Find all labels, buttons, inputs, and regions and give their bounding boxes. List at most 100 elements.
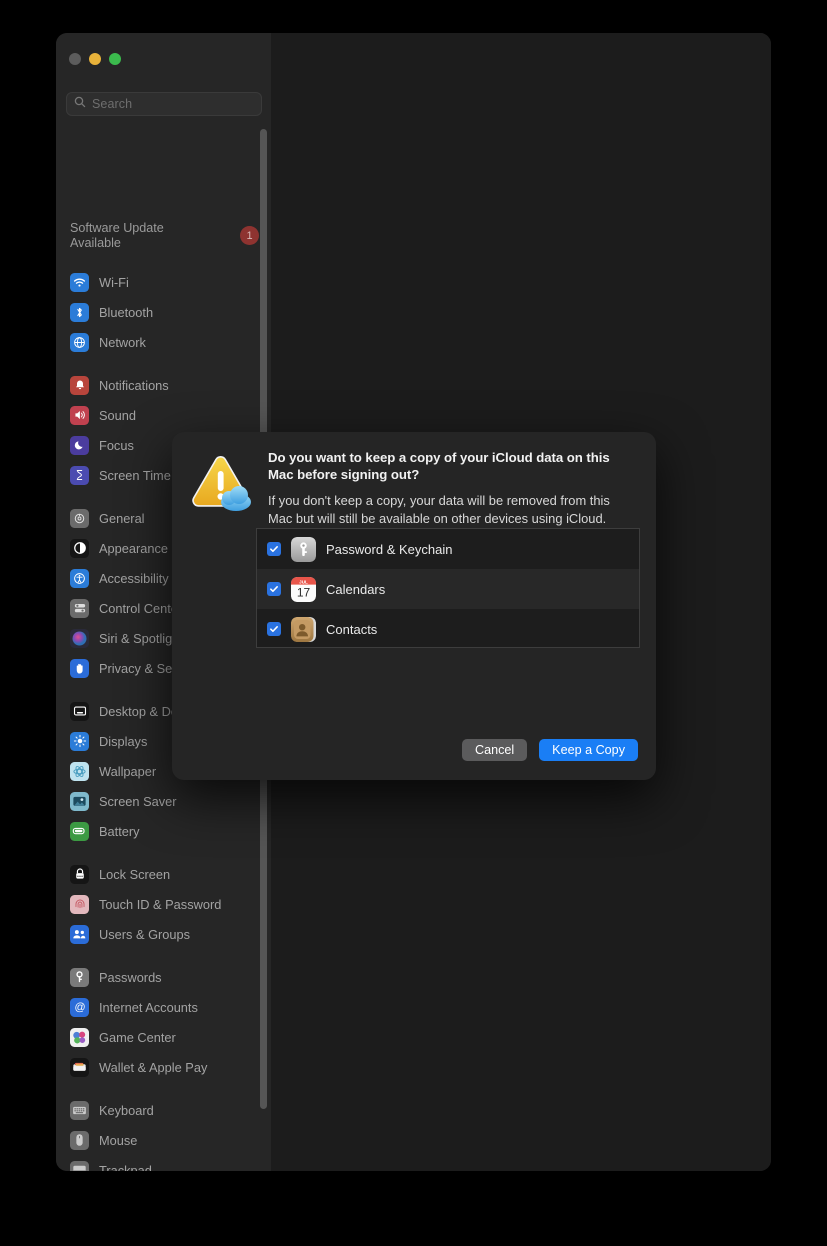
speaker-icon [70,405,89,425]
wallpaper-icon [70,761,89,781]
fingerprint-icon [70,894,89,914]
search-input[interactable]: Search [66,92,262,116]
sidebar-item-label: Network [99,334,146,350]
sidebar-group: Wi-Fi Bluetooth Network [56,267,271,357]
battery-icon [70,821,89,841]
sidebar-item-label: Screen Saver [99,793,177,809]
contacts-icon [291,616,316,642]
bluetooth-icon [70,302,89,322]
moon-icon [70,435,89,455]
sidebar-group: Keyboard Mouse Trackpad [56,1095,271,1171]
sidebar-item-label: Battery [99,823,140,839]
sidebar-item-sound[interactable]: Sound [56,400,271,430]
list-item[interactable]: Password & Keychain [257,529,639,569]
accessibility-icon [70,568,89,588]
list-item[interactable]: Contacts [257,609,639,647]
sidebar-item-trackpad[interactable]: Trackpad [56,1155,271,1171]
sidebar-item-keyboard[interactable]: Keyboard [56,1095,271,1125]
sidebar-item-label: Wallet & Apple Pay [99,1059,208,1075]
sidebar-item-notifications[interactable]: Notifications [56,370,271,400]
gear-icon [70,508,89,528]
sidebar-item-label: Sound [99,407,137,423]
list-item-label: Password & Keychain [326,541,453,557]
list-item-label: Contacts [326,621,378,637]
sidebar-item-touch-id-password[interactable]: Touch ID & Password [56,889,271,919]
sidebar-item-label: Control Center [99,600,183,616]
list-item-label: Calendars [326,581,386,597]
sidebar-item-lock-screen[interactable]: Lock Screen [56,859,271,889]
screen-saver-icon [70,791,89,811]
sidebar-item-internet-accounts[interactable]: @ Internet Accounts [56,992,271,1022]
dialog-message: If you don't keep a copy, your data will… [268,493,610,526]
sidebar-item-network[interactable]: Network [56,327,271,357]
sidebar-item-mouse[interactable]: Mouse [56,1125,271,1155]
sidebar-item-label: Bluetooth [99,304,154,320]
status-badge: 1 [240,226,259,245]
sidebar-item-label: Displays [99,733,148,749]
sidebar-item-label: Trackpad [99,1162,152,1172]
list-item[interactable]: JUL 17 Calendars [257,569,639,609]
sidebar-item-bluetooth[interactable]: Bluetooth [56,297,271,327]
window-controls [69,53,121,65]
icloud-signout-dialog: Do you want to keep a copy of your iClou… [172,432,656,780]
keep-a-copy-button[interactable]: Keep a Copy [539,739,638,761]
sidebar-item-passwords[interactable]: Passwords [56,962,271,992]
keychain-icon [291,536,316,562]
hand-icon [70,658,89,678]
at-icon: @ [70,997,89,1017]
sidebar-item-label: Wallpaper [99,763,157,779]
sidebar-item-label: Software Update Available [70,221,164,250]
dialog-title: Do you want to keep a copy of your iClou… [268,450,610,482]
sidebar-item-label: Notifications [99,377,169,393]
calendar-icon: JUL 17 [291,576,316,602]
bell-icon [70,375,89,395]
sidebar-item-label: Screen Time [99,467,171,483]
sidebar-item-battery[interactable]: Battery [56,816,271,846]
users-icon [70,924,89,944]
maximize-button[interactable] [109,53,121,65]
search-icon [74,95,86,113]
display-icon [70,731,89,751]
search-placeholder: Search [92,97,133,111]
sidebar-item-label: Wi-Fi [99,274,129,290]
sidebar-item-wifi[interactable]: Wi-Fi [56,267,271,297]
sidebar-item-label: Game Center [99,1029,176,1045]
sidebar-item-label: General [99,510,145,526]
close-button[interactable] [69,53,81,65]
siri-icon [70,628,89,648]
sidebar-item-label: Accessibility [99,570,169,586]
checkbox-contacts[interactable] [267,622,281,636]
lock-icon [70,864,89,884]
keyboard-icon [70,1100,89,1120]
sidebar-item-label: Touch ID & Password [99,896,222,912]
checkbox-password-keychain[interactable] [267,542,281,556]
sidebar-group: Lock Screen Touch ID & Password Users & … [56,859,271,949]
sidebar-item-label: Internet Accounts [99,999,198,1015]
dialog-header: Do you want to keep a copy of your iClou… [172,432,656,527]
sidebar-item-software-update[interactable]: Software Update Available 1 [56,217,271,255]
svg-text:17: 17 [297,585,311,599]
dialog-text-block: Do you want to keep a copy of your iClou… [268,450,636,527]
contrast-icon [70,538,89,558]
sidebar-item-label: Lock Screen [99,866,171,882]
desktop-dock-icon [70,701,89,721]
wifi-icon [70,272,89,292]
sidebar-item-label: Keyboard [99,1102,154,1118]
sidebar-item-label: Users & Groups [99,926,191,942]
control-center-icon [70,598,89,618]
sidebar-item-label: Siri & Spotlight [99,630,183,646]
cancel-button[interactable]: Cancel [461,739,528,761]
checkbox-calendars[interactable] [267,582,281,596]
key-icon [70,967,89,987]
sidebar-item-wallet-apple-pay[interactable]: Wallet & Apple Pay [56,1052,271,1082]
minimize-button[interactable] [89,53,101,65]
trackpad-icon [70,1160,89,1171]
sidebar-item-screen-saver[interactable]: Screen Saver [56,786,271,816]
svg-text:@: @ [74,1002,85,1014]
sidebar-item-game-center[interactable]: Game Center [56,1022,271,1052]
wallet-icon [70,1057,89,1077]
warning-triangle-icloud-icon [190,450,254,527]
sidebar-group: Passwords @ Internet Accounts Game Cente… [56,962,271,1082]
mouse-icon [70,1130,89,1150]
sidebar-item-users-groups[interactable]: Users & Groups [56,919,271,949]
